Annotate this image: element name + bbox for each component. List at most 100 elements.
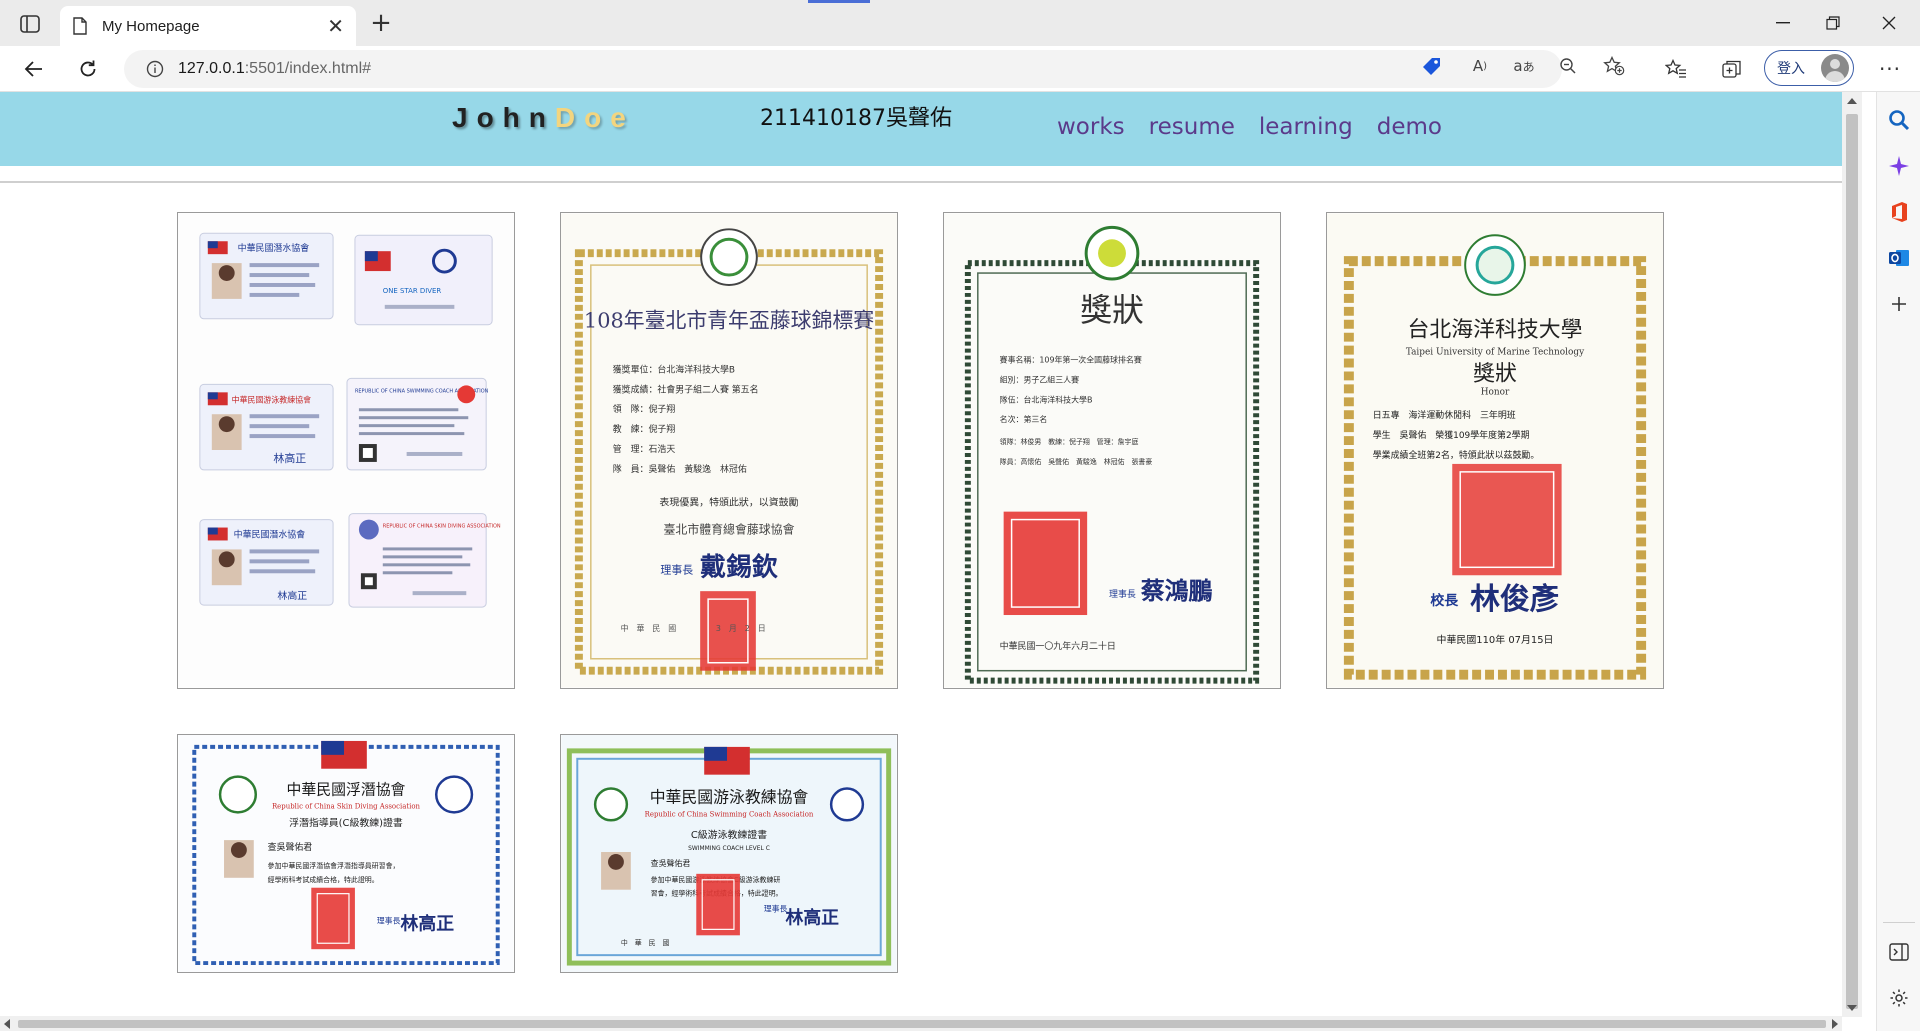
nav-link-resume[interactable]: resume (1149, 114, 1235, 140)
more-menu-icon[interactable]: ··· (1878, 57, 1902, 81)
close-window-icon[interactable] (1866, 6, 1912, 40)
card1-item-4: 中華民國潛水協會 (234, 528, 306, 540)
card3-line-2: 隊伍：台北海洋科技大學B (1000, 394, 1093, 404)
tab-actions-icon[interactable] (14, 10, 46, 38)
card4-signer: 林俊彥 (1470, 582, 1559, 617)
active-tab[interactable]: My Homepage ✕ (60, 6, 356, 46)
url-path: :5501/index.html# (244, 60, 372, 77)
horizontal-scroll-thumb[interactable] (18, 1020, 1826, 1028)
card3-title: 獎狀 (1080, 291, 1144, 329)
school-honor-certificate-image: 台北海洋科技大學 Taipei University of Marine Tec… (1327, 213, 1663, 688)
id-card-front-2: 中華民國游泳教練協會 林高正 (199, 383, 334, 471)
id-card-back-3: REPUBLIC OF CHINA SKIN DIVING ASSOCIATIO… (348, 513, 501, 608)
card5-title: 浮潛指導員(C級教練)證書 (289, 816, 403, 829)
card2-line-0: 獲獎單位：台北海洋科技大學B (613, 363, 735, 375)
settings-gear-icon[interactable] (1887, 986, 1911, 1010)
logo-text-second: Doe (554, 102, 635, 133)
back-icon[interactable] (18, 54, 50, 84)
header-divider (0, 181, 1842, 183)
card2-signer-title: 理事長 (660, 563, 693, 576)
translate-icon[interactable]: aあ (1512, 55, 1536, 77)
loading-indicator (808, 0, 870, 3)
card2-line-4: 管 理：石浩天 (613, 443, 676, 455)
card3-signer-title: 理事長 (1109, 588, 1136, 600)
certificate-card-id-cards[interactable]: 中華民國潛水協會 ONE STAR DIVER 中華民國游泳教練協會 林高正 R… (177, 212, 515, 689)
card4-line-2: 學業成績全班第2名，特頒此狀以茲鼓勵。 (1373, 449, 1540, 461)
site-header: JohnDoe 211410187吳聲佑 works resume learni… (0, 92, 1842, 166)
scroll-up-icon[interactable] (1847, 98, 1857, 104)
card6-signer-title: 理事長 (764, 904, 788, 914)
card5-org: 中華民國浮潛協會 (287, 780, 406, 798)
read-aloud-icon[interactable]: A) (1468, 55, 1492, 77)
card5-signer-title: 理事長 (377, 915, 401, 925)
card2-date: 中 華 民 國 3 月 2 日 (621, 623, 766, 633)
add-favorite-icon[interactable] (1602, 55, 1626, 77)
card3-line-1: 組別：男子乙組三人賽 (1000, 374, 1079, 384)
card4-date: 中華民國110年 07月15日 (1437, 633, 1554, 646)
web-page: JohnDoe 211410187吳聲佑 works resume learni… (0, 92, 1842, 1016)
scroll-down-icon[interactable] (1847, 1005, 1857, 1011)
new-tab-icon[interactable]: + (366, 9, 396, 39)
card2-line-1: 獲獎成績：社會男子組二人賽 第五名 (613, 383, 759, 395)
minimize-icon[interactable] (1760, 6, 1806, 40)
signin-button[interactable]: 登入 (1764, 50, 1854, 86)
sidebar-divider (1883, 922, 1915, 923)
card1-signature-2: 林高正 (277, 589, 307, 602)
favorites-icon[interactable] (1664, 58, 1688, 80)
taipei-takraw-certificate-image: 108年臺北市青年盃藤球錦標賽 獲獎單位：台北海洋科技大學B 獲獎成績：社會男子… (561, 213, 897, 688)
card4-title-en: Honor (1481, 387, 1510, 397)
refresh-icon[interactable] (72, 54, 104, 84)
card3-signer: 蔡鴻鵬 (1141, 577, 1213, 605)
restore-icon[interactable] (1810, 6, 1856, 40)
card5-org-en: Republic of China Skin Diving Associatio… (272, 802, 421, 810)
vertical-scrollbar[interactable] (1842, 92, 1862, 1017)
certificate-card-taipei-takraw[interactable]: 108年臺北市青年盃藤球錦標賽 獲獎單位：台北海洋科技大學B 獲獎成績：社會男子… (560, 212, 898, 689)
search-icon[interactable] (1887, 108, 1911, 132)
horizontal-scrollbar[interactable] (0, 1016, 1842, 1031)
certificate-card-school-honor[interactable]: 台北海洋科技大學 Taipei University of Marine Tec… (1326, 212, 1664, 689)
skin-diving-certificate-image: 中華民國浮潛協會 Republic of China Skin Diving A… (178, 735, 514, 972)
office-icon[interactable] (1887, 200, 1911, 224)
nav-link-works[interactable]: works (1057, 114, 1125, 140)
browser-tab-bar: My Homepage ✕ + (0, 0, 1920, 46)
card6-org-en: Republic of China Swimming Coach Associa… (645, 810, 814, 818)
card2-signer: 戴錫欽 (700, 551, 778, 582)
nav-link-demo[interactable]: demo (1377, 114, 1442, 140)
card1-item-0: 中華民國潛水協會 (238, 242, 310, 254)
scroll-right-icon[interactable] (1832, 1019, 1838, 1029)
card6-date: 中 華 民 國 (621, 938, 670, 947)
signin-label: 登入 (1777, 61, 1805, 77)
avatar (1821, 54, 1849, 82)
card4-line-0: 日五專 海洋運動休閒科 三年明班 (1373, 409, 1516, 421)
outlook-icon[interactable] (1887, 246, 1911, 270)
collections-icon[interactable] (1720, 58, 1744, 80)
coupon-tag-icon[interactable] (1420, 55, 1444, 77)
card6-org: 中華民國游泳教練協會 (650, 787, 809, 806)
add-sidebar-app-icon[interactable] (1887, 292, 1911, 316)
url-input[interactable]: 127.0.0.1:5501/index.html# (124, 50, 1562, 88)
zoom-out-icon[interactable] (1556, 55, 1580, 77)
vertical-scroll-thumb[interactable] (1846, 114, 1858, 1009)
card5-holder: 查吳聲佑君 (268, 841, 313, 853)
certificate-card-skin-diving[interactable]: 中華民國浮潛協會 Republic of China Skin Diving A… (177, 734, 515, 973)
close-tab-icon[interactable]: ✕ (327, 16, 344, 36)
logo-text-first: John (452, 102, 555, 133)
scroll-left-icon[interactable] (4, 1019, 10, 1029)
copilot-sparkle-icon[interactable] (1887, 154, 1911, 178)
id-card-back-2: REPUBLIC OF CHINA SWIMMING COACH ASSOCIA… (346, 377, 489, 471)
certificate-card-national-ranking[interactable]: 獎狀 賽事名稱：109年第一次全國藤球排名賽 組別：男子乙組三人賽 隊伍：台北海… (943, 212, 1281, 689)
address-toolbar: 127.0.0.1:5501/index.html# A) aあ 登入 ··· (0, 46, 1920, 92)
card4-school: 台北海洋科技大學 (1408, 318, 1583, 343)
card1-signature-1: 林高正 (273, 451, 306, 465)
browser-sidebar (1876, 92, 1920, 1031)
card3-line-0: 賽事名稱：109年第一次全國藤球排名賽 (1000, 355, 1142, 365)
nav-link-learning[interactable]: learning (1259, 114, 1353, 140)
card2-title: 108年臺北市青年盃藤球錦標賽 (584, 309, 874, 333)
site-logo[interactable]: JohnDoe (452, 102, 635, 134)
certificate-card-swimming-coach[interactable]: 中華民國游泳教練協會 Republic of China Swimming Co… (560, 734, 898, 973)
id-card-back-1: ONE STAR DIVER (354, 234, 493, 326)
site-info-icon[interactable] (146, 60, 164, 78)
card3-line-5: 隊員：高懷佑 吳聲佑 黃駿逸 林冠佑 張書豪 (1000, 457, 1153, 466)
site-nav: works resume learning demo (1057, 114, 1442, 140)
hide-sidebar-icon[interactable] (1887, 940, 1911, 964)
